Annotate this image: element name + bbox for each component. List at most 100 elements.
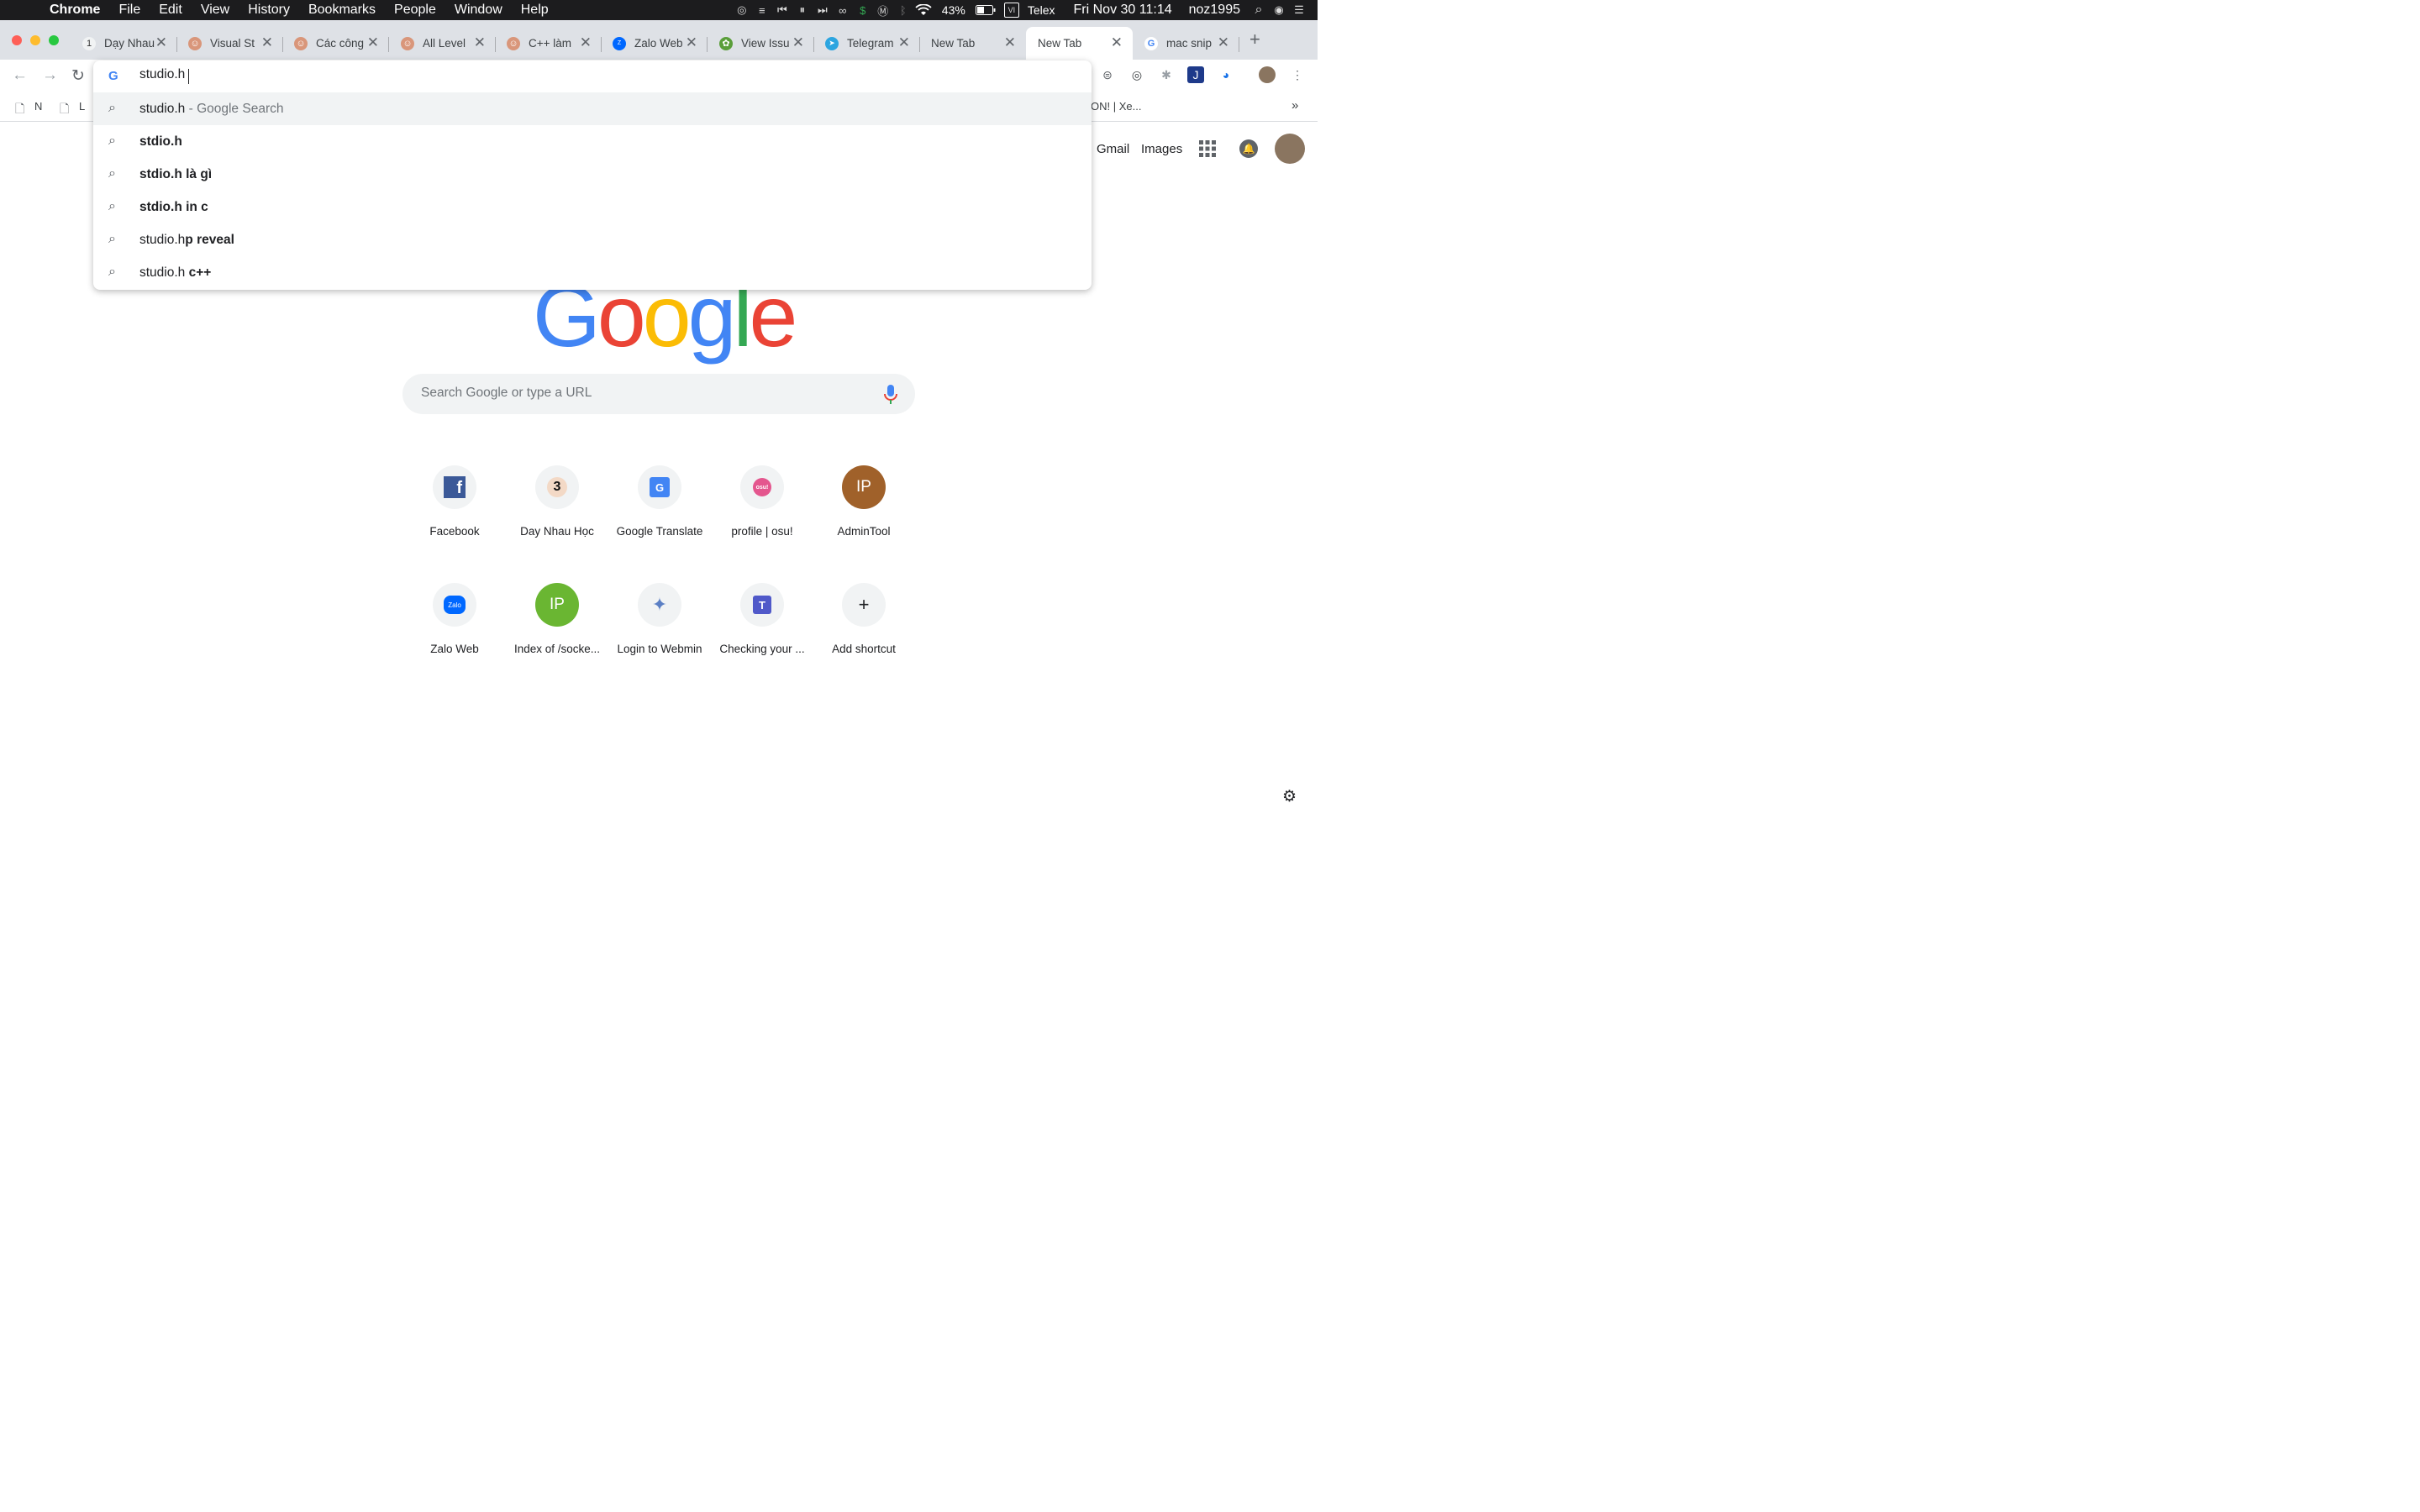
menu-people[interactable]: People — [394, 3, 436, 18]
siri-icon[interactable]: ◉ — [1269, 0, 1289, 20]
suggestion-item[interactable]: ⌕ studio.h c++ — [93, 256, 1092, 289]
customize-gear-icon[interactable]: ⚙ — [1282, 787, 1297, 806]
menu-file[interactable]: File — [118, 3, 140, 18]
close-tab-icon[interactable]: ✕ — [1111, 34, 1123, 51]
close-tab-icon[interactable]: ✕ — [367, 34, 379, 51]
close-tab-icon[interactable]: ✕ — [1004, 34, 1016, 51]
suggestion-item[interactable]: ⌕ stdio.h — [93, 125, 1092, 158]
shortcut-admintool[interactable]: IP AdminTool — [817, 465, 911, 559]
bookmarks-overflow-button[interactable]: » — [1292, 98, 1298, 113]
screen-record-icon[interactable]: ◎ — [732, 0, 752, 20]
extension-icon-2[interactable]: ◎ — [1128, 66, 1145, 83]
bookmark-item-truncated[interactable]: ON! | Xe... — [1091, 100, 1141, 113]
menu-history[interactable]: History — [248, 3, 290, 18]
notification-center-icon[interactable]: ☰ — [1289, 0, 1309, 20]
menu-window[interactable]: Window — [455, 3, 502, 18]
m-app-icon[interactable]: Ⓜ — [873, 0, 893, 20]
bookmark-item-l[interactable]: L — [79, 100, 85, 113]
shortcut-index-of-socket[interactable]: IP Index of /socke... — [510, 583, 604, 677]
google-g-icon: G — [108, 69, 118, 83]
tab-visual-studio[interactable]: ☺ Visual St ✕ — [188, 27, 283, 60]
close-tab-icon[interactable]: ✕ — [474, 34, 486, 51]
shortcut-google-translate[interactable]: G Google Translate — [613, 465, 707, 559]
suggestion-item[interactable]: ⌕ stdio.h in c — [93, 191, 1092, 223]
avatar-favicon: ☺ — [401, 36, 414, 50]
bluetooth-icon[interactable]: ᛒ — [893, 0, 913, 20]
tab-day-nhau[interactable]: 1 Dạy Nhau ✕ — [82, 27, 177, 60]
close-tab-icon[interactable]: ✕ — [1218, 34, 1229, 51]
tab-view-issue[interactable]: ✿ View Issu ✕ — [719, 27, 814, 60]
menu-help[interactable]: Help — [521, 3, 549, 18]
zoom-window-button[interactable] — [49, 35, 59, 45]
tab-all-level[interactable]: ☺ All Level ✕ — [401, 27, 496, 60]
user-name[interactable]: noz1995 — [1189, 3, 1240, 18]
wifi-icon[interactable] — [913, 0, 934, 20]
back-button[interactable]: ← — [12, 66, 28, 85]
battery-icon[interactable] — [974, 0, 997, 20]
tab-cac-cong[interactable]: ☺ Các công ✕ — [294, 27, 389, 60]
reload-button[interactable]: ↻ — [71, 66, 85, 86]
microphone-icon[interactable] — [884, 385, 897, 405]
suggestion-item[interactable]: ⌕ studio.hp reveal — [93, 223, 1092, 256]
menu-view[interactable]: View — [201, 3, 229, 18]
next-track-icon[interactable]: ⏭ — [813, 0, 833, 20]
tab-label: All Level — [423, 37, 466, 50]
shortcut-osu[interactable]: osu! profile | osu! — [715, 465, 809, 559]
shortcut-zalo-web[interactable]: Zalo Zalo Web — [408, 583, 502, 677]
profile-avatar-toolbar[interactable] — [1259, 66, 1276, 83]
suggestion-item[interactable]: ⌕ stdio.h là gì — [93, 158, 1092, 191]
osu-icon: osu! — [740, 465, 784, 509]
minimize-window-button[interactable] — [30, 35, 40, 45]
omnibox-input-row[interactable]: G — [93, 60, 1092, 92]
clock[interactable]: Fri Nov 30 11:14 — [1074, 3, 1172, 18]
menu-edit[interactable]: Edit — [159, 3, 182, 18]
ntp-search-input[interactable] — [421, 386, 858, 401]
forward-button[interactable]: → — [42, 66, 58, 85]
notifications-bell-icon[interactable]: 🔔 — [1239, 139, 1258, 158]
extension-icon-3[interactable]: ✱ — [1158, 66, 1175, 83]
suggestion-item[interactable]: ⌕ studio.h - Google Search — [93, 92, 1092, 125]
close-tab-icon[interactable]: ✕ — [898, 34, 910, 51]
ntp-search-box[interactable] — [402, 374, 915, 414]
tab-new-tab[interactable]: New Tab ✕ — [931, 27, 1026, 60]
gmail-link[interactable]: Gmail — [1097, 142, 1129, 156]
money-icon[interactable]: $ — [853, 0, 873, 20]
tab-label: Các công — [316, 37, 365, 50]
spotlight-search-icon[interactable]: ⌕ — [1249, 0, 1269, 20]
shortcut-day-nhau-hoc[interactable]: 3 Day Nhau Học — [510, 465, 604, 559]
google-account-avatar[interactable] — [1275, 134, 1305, 164]
telegram-favicon: ➤ — [825, 36, 839, 50]
close-tab-icon[interactable]: ✕ — [580, 34, 592, 51]
tab-zalo-web[interactable]: Z Zalo Web ✕ — [613, 27, 708, 60]
omnibox-input[interactable] — [139, 67, 644, 82]
shortcut-teams[interactable]: T Checking your ... — [715, 583, 809, 677]
shortcut-add[interactable]: + Add shortcut — [817, 583, 911, 677]
input-method-label[interactable]: Telex — [1028, 3, 1055, 17]
previous-track-icon[interactable]: ⏮ — [772, 0, 792, 20]
menu-app-name[interactable]: Chrome — [50, 3, 100, 18]
tab-new-tab-active[interactable]: New Tab ✕ — [1026, 27, 1133, 60]
extension-icon-1[interactable]: ⊜ — [1099, 66, 1116, 83]
close-tab-icon[interactable]: ✕ — [155, 34, 167, 51]
apps-grid-icon[interactable] — [1199, 140, 1216, 157]
input-method-icon[interactable]: VI — [1003, 3, 1019, 18]
close-tab-icon[interactable]: ✕ — [686, 34, 697, 51]
pause-icon[interactable]: ⏸ — [792, 0, 813, 20]
tab-cpp[interactable]: ☺ C++ làm ✕ — [507, 27, 602, 60]
tab-telegram[interactable]: ➤ Telegram ✕ — [825, 27, 920, 60]
chrome-menu-icon[interactable]: ⋮ — [1289, 66, 1306, 83]
close-tab-icon[interactable]: ✕ — [792, 34, 804, 51]
menu-bookmarks[interactable]: Bookmarks — [308, 3, 376, 18]
new-tab-button[interactable]: + — [1249, 29, 1260, 50]
list-icon[interactable]: ≡ — [752, 0, 772, 20]
close-window-button[interactable] — [12, 35, 22, 45]
tab-mac-snip[interactable]: G mac snip ✕ — [1144, 27, 1239, 60]
shortcut-webmin[interactable]: ✦ Login to Webmin — [613, 583, 707, 677]
shortcut-facebook[interactable]: f Facebook — [408, 465, 502, 559]
extension-icon-4[interactable]: J — [1187, 66, 1204, 83]
close-tab-icon[interactable]: ✕ — [261, 34, 273, 51]
images-link[interactable]: Images — [1141, 142, 1182, 156]
bookmark-item-n[interactable]: N — [34, 100, 42, 113]
extension-icon-5[interactable]: ◕ — [1218, 66, 1234, 83]
creative-cloud-icon[interactable]: ∞ — [833, 0, 853, 20]
